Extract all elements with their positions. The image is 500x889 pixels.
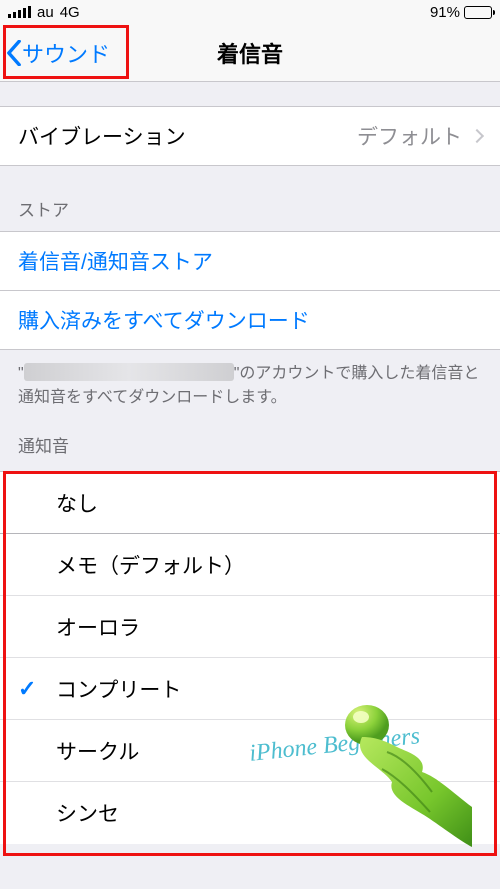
status-bar: au 4G 91%	[0, 0, 500, 24]
redacted-account	[24, 363, 234, 381]
nav-bar: サウンド 着信音	[0, 24, 500, 82]
sounds-header: 通知音	[0, 418, 500, 467]
sound-item-aurora[interactable]: オーロラ	[0, 596, 500, 658]
sound-item-label: なし	[56, 488, 98, 518]
tone-store-link[interactable]: 着信音/通知音ストア	[0, 232, 500, 290]
sound-item-label: オーロラ	[56, 612, 140, 642]
signal-icon	[8, 6, 31, 18]
sound-item-label: メモ（デフォルト）	[56, 550, 245, 580]
sound-item-none[interactable]: なし	[0, 472, 500, 534]
sound-item-circle[interactable]: サークル	[0, 720, 500, 782]
sound-item-synth[interactable]: シンセ	[0, 782, 500, 844]
download-all-link[interactable]: 購入済みをすべてダウンロード	[0, 290, 500, 349]
chevron-right-icon	[470, 129, 484, 143]
checkmark-icon: ✓	[18, 676, 36, 702]
carrier-label: au	[37, 4, 54, 21]
battery-percent: 91%	[430, 4, 460, 21]
vibration-value: デフォルト	[357, 121, 462, 151]
vibration-cell[interactable]: バイブレーション デフォルト	[0, 107, 500, 165]
store-group: 着信音/通知音ストア 購入済みをすべてダウンロード	[0, 231, 500, 350]
chevron-left-icon	[6, 40, 22, 66]
sound-item-label: コンプリート	[56, 674, 181, 704]
footer-prefix: "	[18, 365, 24, 382]
vibration-label: バイブレーション	[18, 121, 186, 151]
back-label: サウンド	[22, 37, 110, 69]
download-all-label: 購入済みをすべてダウンロード	[18, 305, 310, 335]
store-header: ストア	[0, 166, 500, 231]
vibration-group: バイブレーション デフォルト	[0, 106, 500, 166]
sound-item-label: シンセ	[56, 798, 119, 828]
sound-item-complete[interactable]: ✓ コンプリート	[0, 658, 500, 720]
sound-item-label: サークル	[56, 736, 139, 766]
tone-store-label: 着信音/通知音ストア	[18, 246, 213, 276]
page-title: 着信音	[217, 37, 283, 69]
sound-item-memo[interactable]: メモ（デフォルト）	[0, 534, 500, 596]
network-label: 4G	[60, 4, 80, 21]
back-button[interactable]: サウンド	[6, 37, 110, 69]
store-footer: ""のアカウントで購入した着信音と通知音をすべてダウンロードします。	[0, 350, 500, 418]
battery-icon	[464, 6, 492, 19]
sound-list: なし メモ（デフォルト） オーロラ ✓ コンプリート サークル シンセ	[0, 471, 500, 844]
